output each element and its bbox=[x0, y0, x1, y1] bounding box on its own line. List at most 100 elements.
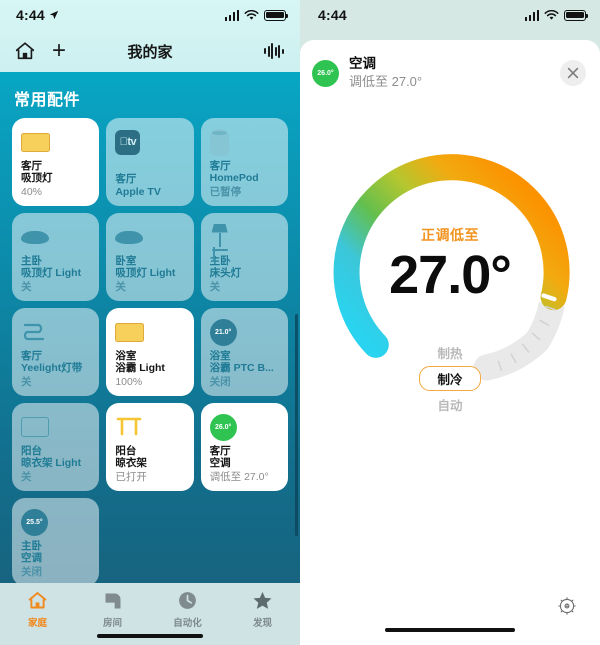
status-bar-time: 4:44 bbox=[318, 7, 347, 23]
home-indicator bbox=[97, 633, 203, 638]
mode-cool[interactable]: 制冷 bbox=[419, 365, 481, 391]
accessory-room: 客厅 bbox=[115, 173, 137, 186]
homepod-icon bbox=[209, 128, 229, 156]
vertical-scrollbar[interactable] bbox=[295, 314, 298, 536]
accessory-label: 主卧 吸顶灯 Light 关 bbox=[21, 255, 90, 293]
accessory-tile[interactable]: 25.5° 主卧 空调 关闭 bbox=[12, 498, 100, 586]
accessory-label: 客厅 Yeelight灯带关 bbox=[21, 350, 90, 388]
battery-icon bbox=[264, 9, 289, 21]
accessory-name: Apple TV bbox=[115, 185, 161, 198]
tab-automation[interactable]: 自动化 bbox=[150, 589, 225, 629]
accessory-tile[interactable]: 卧室 吸顶灯 Light 关 bbox=[106, 213, 194, 301]
mode-heat[interactable]: 制热 bbox=[437, 341, 462, 364]
accessory-name: 空调 bbox=[349, 56, 376, 71]
accessory-tile[interactable]: tv 客厅Apple TV bbox=[106, 118, 194, 206]
accessory-label: 客厅 Apple TV bbox=[115, 173, 184, 198]
tab-rooms-label: 房间 bbox=[102, 618, 122, 629]
accessory-name: 床头灯 bbox=[209, 267, 242, 280]
accessory-tile[interactable]: 客厅 HomePod 已暂停 bbox=[200, 118, 288, 206]
accessory-tile[interactable]: 26.0° 客厅 空调 调低至 27.0° bbox=[200, 403, 288, 491]
tab-discover[interactable]: 发现 bbox=[225, 589, 300, 629]
automation-clock-icon bbox=[177, 589, 198, 612]
home-app-screen: 4:44 + 我的家 常用配件 客厅 吸顶灯 40% tv 客厅 Apple T… bbox=[0, 0, 300, 645]
accessory-room: 客厅 bbox=[21, 160, 42, 173]
accessory-grid-wrap: 客厅吸顶灯40%tv客厅Apple TV客厅HomePod已暂停主卧吸顶灯 L… bbox=[0, 118, 300, 586]
accessory-state: 40% bbox=[21, 185, 43, 198]
accessory-name: 晾衣架 bbox=[115, 457, 147, 470]
close-button[interactable] bbox=[560, 60, 586, 87]
accessory-state: 关 bbox=[21, 375, 32, 388]
audio-waveform-icon[interactable] bbox=[264, 42, 286, 60]
accessory-tile[interactable]: 阳台 晾衣架 Light 关 bbox=[12, 403, 100, 491]
cellular-signal-icon bbox=[224, 9, 239, 21]
ceiling-light-icon bbox=[21, 132, 50, 152]
mode-auto[interactable]: 自动 bbox=[437, 393, 462, 416]
dual-phone-screenshot: 4:44 + 我的家 常用配件 客厅 吸顶灯 40% tv 客厅 Apple T… bbox=[0, 0, 600, 645]
accessory-tile[interactable]: 阳台 晾衣架 已打开 bbox=[106, 403, 194, 491]
thermostat-icon: 25.5° bbox=[21, 508, 48, 536]
accessory-room: 浴室 bbox=[115, 350, 137, 363]
accessory-grid: 客厅吸顶灯40%tv客厅Apple TV客厅HomePod已暂停主卧吸顶灯 L… bbox=[12, 118, 288, 586]
accessory-state: 100% bbox=[115, 375, 143, 388]
current-temperature-badge: 26.0° bbox=[312, 59, 339, 87]
ceiling-light-icon bbox=[21, 230, 49, 244]
clothes-rack-icon bbox=[115, 416, 143, 438]
accessory-icon-wrap bbox=[115, 222, 184, 252]
thermostat-icon: 21.0° bbox=[209, 318, 237, 346]
accessory-room: 主卧 bbox=[209, 255, 231, 268]
accessory-state: 关 bbox=[21, 470, 32, 483]
status-bar-right: 4:44 bbox=[300, 0, 600, 30]
accessory-tile[interactable]: 主卧 吸顶灯 Light 关 bbox=[12, 213, 100, 301]
temperature-dial[interactable]: 正调低至 27.0° 制热 制冷 自动 bbox=[300, 119, 600, 419]
accessory-label: 浴室 浴霸 PTC B... 关闭 bbox=[210, 350, 279, 388]
accessory-icon-wrap bbox=[21, 222, 90, 252]
accessory-state: 关闭 bbox=[21, 565, 42, 578]
tab-rooms[interactable]: 房间 bbox=[75, 589, 150, 629]
accessory-tile[interactable]: 客厅 Yeelight灯带关 bbox=[12, 308, 100, 396]
wifi-icon bbox=[244, 9, 259, 20]
tab-home[interactable]: 家庭 bbox=[0, 589, 75, 629]
accessory-name: 吸顶灯 bbox=[21, 172, 53, 185]
dial-target-temperature: 27.0° bbox=[389, 245, 512, 306]
accessory-name: 晾衣架 Light bbox=[21, 457, 82, 470]
accessory-icon-wrap bbox=[21, 127, 90, 157]
accessory-tile[interactable]: 主卧 床头灯关 bbox=[200, 213, 288, 301]
accessory-icon-wrap: 26.0° bbox=[209, 412, 279, 442]
tab-bar: 家庭 房间 自动化 发现 bbox=[0, 583, 300, 645]
home-icon bbox=[27, 589, 48, 612]
status-bar-left: 4:44 bbox=[0, 0, 300, 30]
status-bar-left-group: 4:44 bbox=[16, 7, 59, 23]
accessory-label: 主卧 床头灯关 bbox=[210, 255, 279, 293]
accessory-state: 调低至 27.0° bbox=[209, 470, 269, 483]
accessory-label: 主卧 空调 关闭 bbox=[21, 540, 90, 578]
discover-star-icon bbox=[252, 589, 273, 612]
ceiling-light-icon bbox=[115, 230, 144, 244]
accessory-icon-wrap: 25.5° bbox=[21, 507, 90, 537]
light-strip-icon bbox=[21, 321, 49, 343]
accessory-state: 已暂停 bbox=[209, 185, 242, 198]
accessory-state: 关 bbox=[209, 280, 221, 293]
add-accessory-button[interactable]: + bbox=[52, 39, 66, 63]
status-bar-right-group bbox=[524, 9, 589, 21]
accessory-state: 关闭 bbox=[209, 375, 231, 388]
settings-button[interactable] bbox=[556, 595, 578, 617]
close-icon bbox=[567, 68, 579, 79]
accessory-tile[interactable]: 客厅 吸顶灯 40% bbox=[12, 118, 100, 206]
accessory-icon-wrap bbox=[21, 412, 90, 442]
accessory-label: 阳台 晾衣架 已打开 bbox=[115, 445, 184, 483]
accessory-label: 卧室 吸顶灯 Light 关 bbox=[115, 255, 184, 293]
accessory-tile[interactable]: 21.0° 浴室 浴霸 PTC B... 关闭 bbox=[200, 308, 288, 396]
accessory-icon-wrap bbox=[21, 317, 90, 347]
gear-icon bbox=[558, 597, 576, 615]
accessory-icon-wrap: tv bbox=[115, 127, 184, 157]
accessory-icon-wrap bbox=[209, 127, 279, 157]
accessory-icon-wrap bbox=[115, 317, 184, 347]
rooms-icon bbox=[103, 589, 123, 612]
accessory-label: 客厅 吸顶灯 40% bbox=[21, 160, 90, 198]
home-icon[interactable] bbox=[14, 40, 36, 62]
accessory-name: 空调 bbox=[21, 552, 42, 565]
cellular-signal-icon bbox=[524, 9, 539, 21]
accessory-tile[interactable]: 浴室 浴霸 Light 100% bbox=[106, 308, 194, 396]
panel-icon bbox=[21, 417, 49, 437]
nav-bar: + 我的家 bbox=[0, 30, 300, 72]
